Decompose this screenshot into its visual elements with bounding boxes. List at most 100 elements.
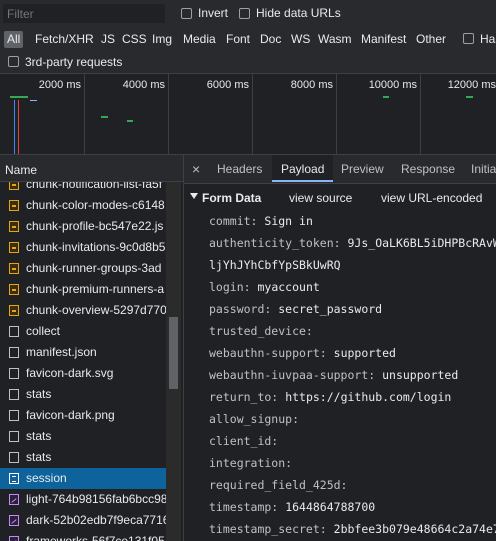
document-file-icon [9,473,19,484]
invert-checkbox[interactable] [181,8,192,19]
form-field-key: webauthn-iuvpaa-support: [209,368,376,382]
type-js-button[interactable]: JS [98,31,118,48]
request-name: chunk-invitations-9c0d8b5 [26,240,166,254]
timeline-tick-label: 6000 ms [206,79,249,91]
tab-preview[interactable]: Preview [341,155,384,183]
form-field-value: myaccount [257,280,320,294]
type-wasm-button[interactable]: Wasm [315,31,355,48]
tab-initiator[interactable]: Initia [471,155,496,183]
request-name: light-764b98156fab6bcc98 [26,492,166,506]
request-row[interactable]: chunk-invitations-9c0d8b5 [0,237,166,258]
close-icon[interactable]: × [192,155,200,183]
request-row[interactable]: stats [0,426,166,447]
form-field-row: allow_signup: [209,412,299,426]
type-css-button[interactable]: CSS [119,31,150,48]
timeline-overview[interactable]: 2000 ms 4000 ms 6000 ms 8000 ms 10000 ms… [0,74,496,155]
detail-tab-bar: × Headers Payload Preview Response Initi… [184,155,496,184]
scrollbar-thumb[interactable] [169,317,178,389]
request-row[interactable]: frameworks-56f7ce131f05 [0,531,166,541]
tab-response[interactable]: Response [401,155,455,183]
form-field-key: required_field_425d: [209,478,348,492]
script-file-icon [9,221,19,232]
type-fetch-button[interactable]: Fetch/XHR [32,31,97,48]
request-row[interactable]: dark-52b02edb7f9eca7716 [0,510,166,531]
form-field-row: client_id: [209,434,278,448]
request-row[interactable]: light-764b98156fab6bcc98 [0,489,166,510]
request-row[interactable]: stats [0,384,166,405]
third-party-row: 3rd-party requests [0,51,496,74]
form-field-row: timestamp_secret: 2bbfee3b079e48664c2a74… [209,522,496,536]
request-row[interactable]: session [0,468,166,489]
form-data-section-title[interactable]: Form Data [202,191,261,205]
script-file-icon [9,200,19,211]
request-row[interactable]: favicon-dark.png [0,405,166,426]
file-icon [9,347,19,358]
timeline-dom-content-loaded-marker [14,100,15,154]
form-field-key: trusted_device: [209,324,313,338]
tab-headers[interactable]: Headers [217,155,262,183]
file-icon [9,368,19,379]
form-field-value: supported [333,346,396,360]
type-all-button[interactable]: All [4,31,24,48]
tab-payload[interactable]: Payload [272,155,334,182]
request-name: stats [26,429,52,443]
file-icon [9,410,19,421]
type-doc-button[interactable]: Doc [257,31,284,48]
script-file-icon [9,263,19,274]
form-field-row: trusted_device: [209,324,313,338]
form-field-value: 9Js_OaLK6BL5iDHPBcRAvW8RsN [347,236,496,250]
form-field-value: secret_password [278,302,383,316]
request-row[interactable]: favicon-dark.svg [0,363,166,384]
request-row[interactable]: chunk-profile-bc547e22.js [0,216,166,237]
type-font-button[interactable]: Font [223,31,253,48]
request-list-scrollbar[interactable] [166,181,181,541]
third-party-checkbox[interactable] [8,56,19,67]
form-field-key: integration: [209,456,293,470]
request-name: manifest.json [26,345,97,359]
form-field-key: password: [209,302,272,316]
view-url-encoded-link[interactable]: view URL-encoded [381,191,482,205]
has-blocked-checkbox[interactable] [463,33,474,44]
request-row[interactable]: chunk-runner-groups-3ad [0,258,166,279]
request-name: dark-52b02edb7f9eca7716 [26,513,166,527]
image-file-icon [9,536,19,541]
request-name: chunk-overview-5297d770 [26,303,166,317]
form-field-key: return_to: [209,390,279,404]
timeline-gridline [420,74,421,154]
image-file-icon [9,515,19,526]
form-field-value: https://github.com/login [285,390,452,404]
form-field-row: password: secret_password [209,302,382,316]
request-row[interactable]: chunk-premium-runners-a [0,279,166,300]
request-detail-pane: × Headers Payload Preview Response Initi… [184,155,496,541]
request-name: chunk-profile-bc547e22.js [26,219,164,233]
form-field-row: authenticity_token: 9Js_OaLK6BL5iDHPBcRA… [209,236,496,250]
request-row[interactable]: chunk-color-modes-c6148 [0,195,166,216]
filter-toolbar: Invert Hide data URLs [0,0,496,27]
request-name: frameworks-56f7ce131f05 [26,534,165,541]
type-img-button[interactable]: Img [149,31,175,48]
name-column-header[interactable]: Name [0,155,183,182]
request-row[interactable]: stats [0,447,166,468]
form-field-key: client_id: [209,434,279,448]
type-other-button[interactable]: Other [413,31,449,48]
request-row[interactable]: chunk-overview-5297d770 [0,300,166,321]
request-row[interactable]: manifest.json [0,342,166,363]
form-field-value: 1644864788700 [285,500,376,514]
invert-label: Invert [198,6,229,20]
timeline-gridline [84,74,85,154]
triangle-down-icon[interactable] [190,193,198,199]
type-media-button[interactable]: Media [180,31,219,48]
filter-input[interactable] [3,4,165,23]
type-ws-button[interactable]: WS [288,31,313,48]
request-row[interactable]: collect [0,321,166,342]
form-field-row: webauthn-support: supported [209,346,396,360]
type-manifest-button[interactable]: Manifest [358,31,409,48]
timeline-request-bar [383,96,389,98]
hide-data-urls-checkbox[interactable] [239,8,250,19]
view-source-link[interactable]: view source [289,191,352,205]
timeline-tick-label: 10000 ms [368,79,417,91]
timeline-request-bar [466,96,473,98]
form-field-row: login: myaccount [209,280,320,294]
request-name: chunk-color-modes-c6148 [26,198,165,212]
third-party-label: 3rd-party requests [25,55,123,69]
